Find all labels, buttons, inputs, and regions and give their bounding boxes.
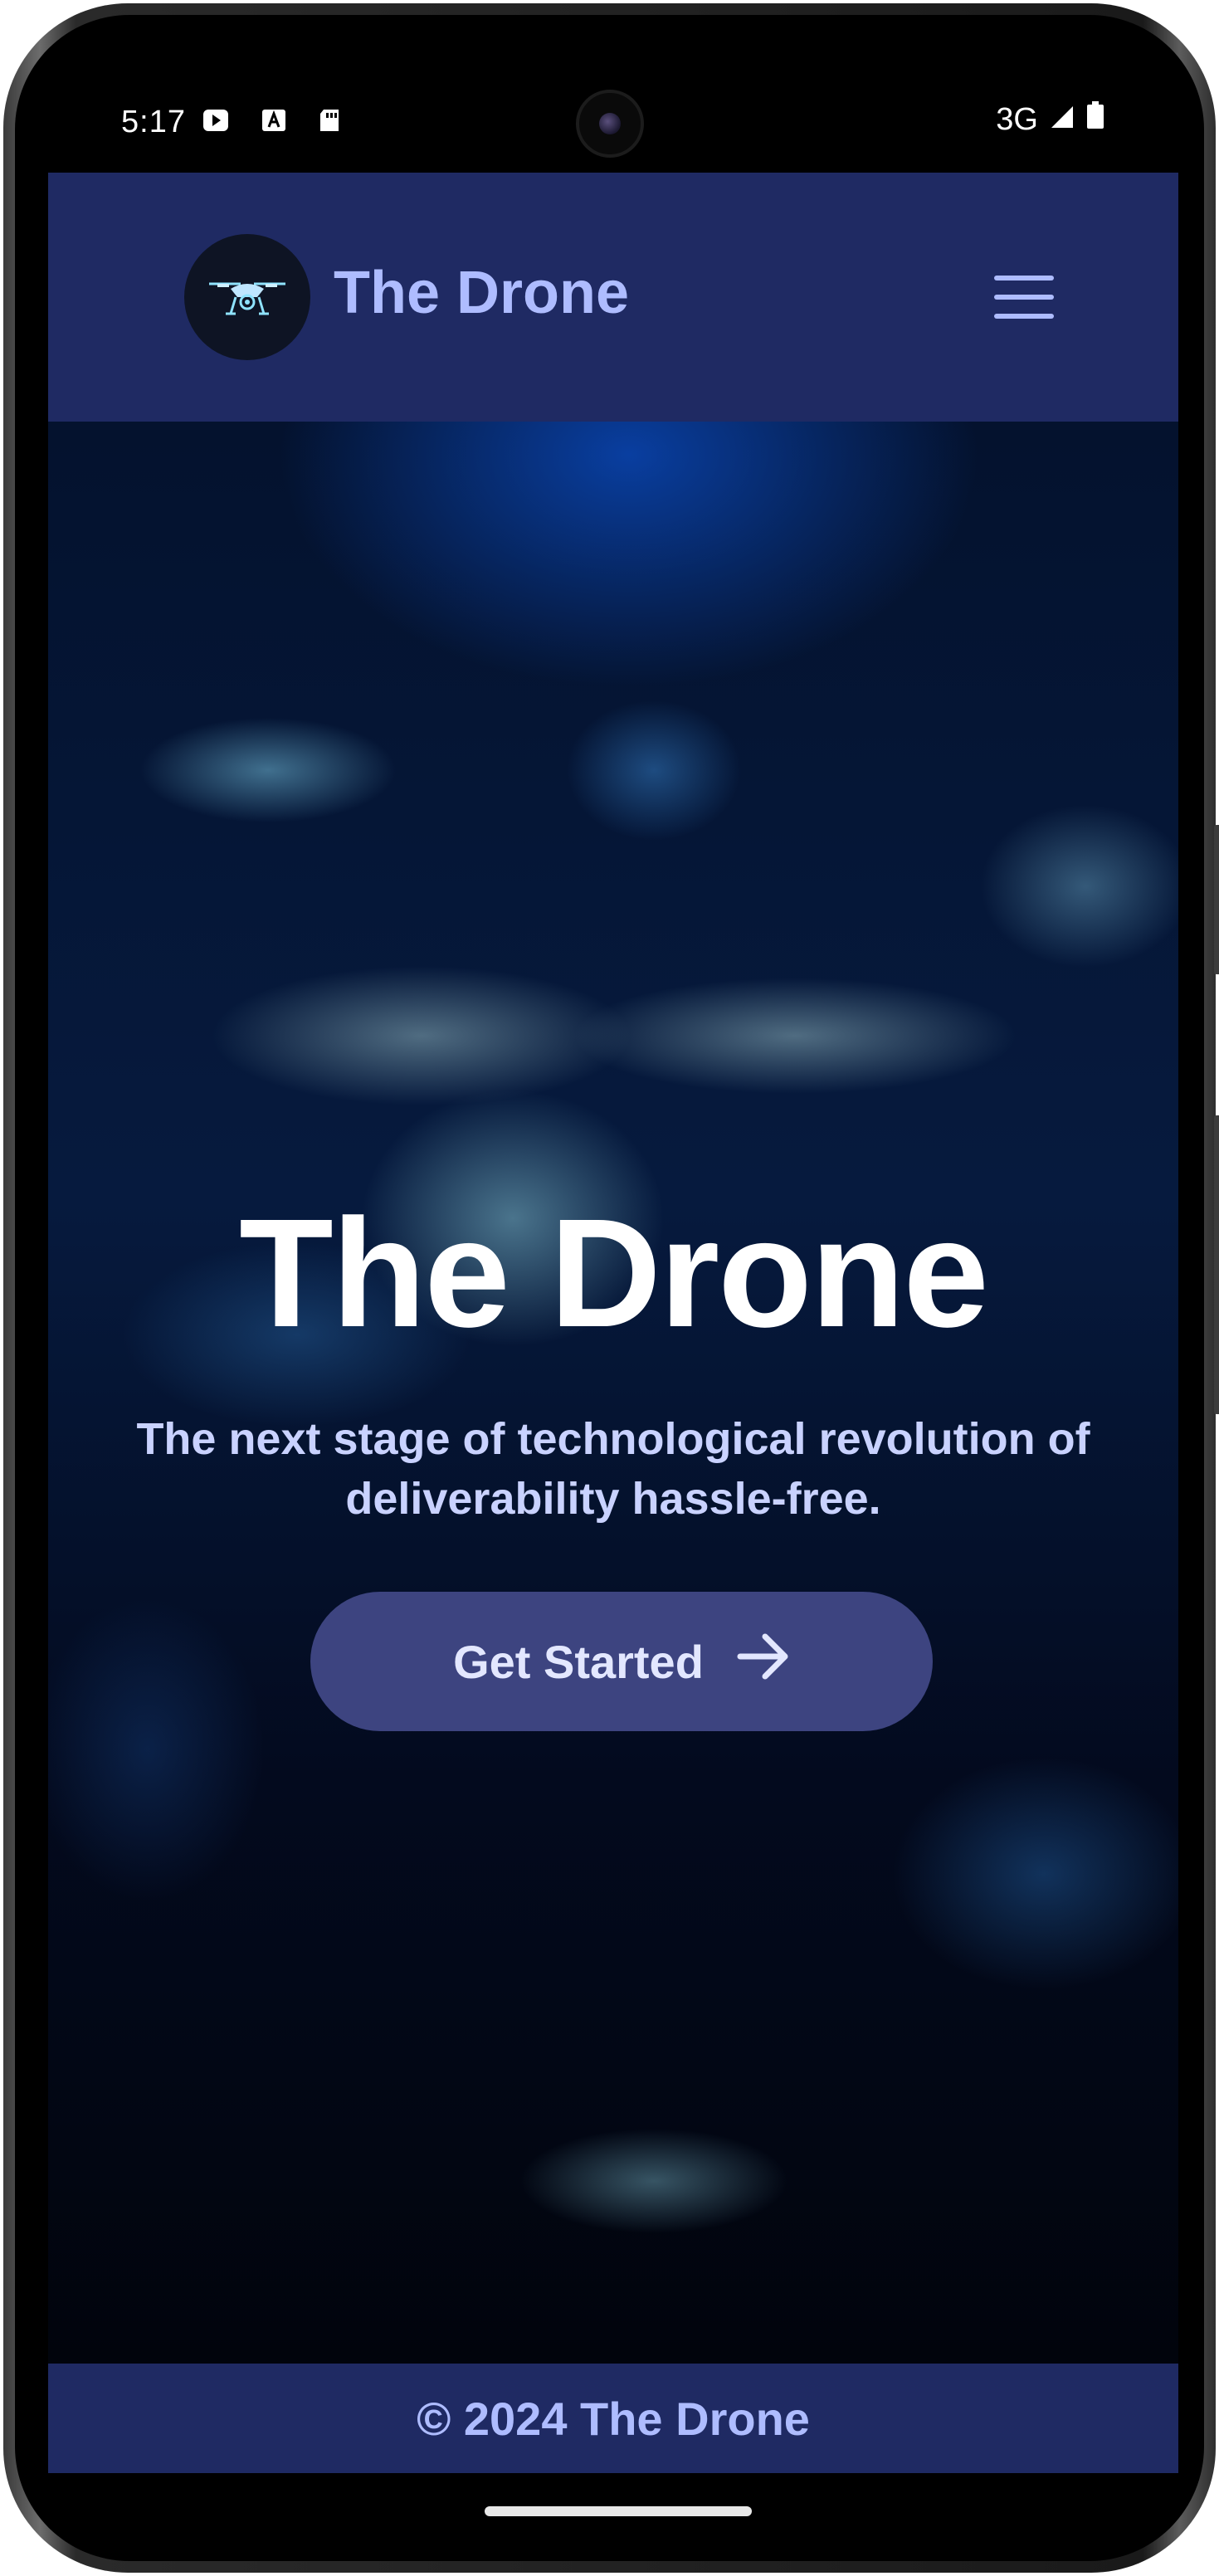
- hamburger-menu-icon[interactable]: [994, 276, 1054, 319]
- home-indicator[interactable]: [485, 2506, 752, 2516]
- network-type: 3G: [996, 101, 1038, 137]
- phone-frame: 5:17 3G The Drone The Drone The next sta…: [3, 3, 1219, 2573]
- footer: © 2024 The Drone: [48, 2364, 1178, 2473]
- sd-card-icon: [317, 106, 344, 133]
- drone-logo-icon[interactable]: [184, 234, 310, 360]
- battery-icon: [1086, 101, 1104, 138]
- brand-name[interactable]: The Drone: [334, 259, 629, 327]
- menu-line: [994, 295, 1054, 300]
- get-started-label: Get Started: [453, 1635, 704, 1688]
- hero-subtitle: The next stage of technological revoluti…: [136, 1414, 1090, 1524]
- hero-title: The Drone: [239, 1188, 989, 1359]
- a-notification-icon: [261, 106, 287, 133]
- signal-icon: [1050, 102, 1075, 138]
- navbar: The Drone: [48, 173, 1178, 422]
- phone-screen: 5:17 3G The Drone The Drone The next sta…: [15, 15, 1204, 2561]
- menu-line: [994, 276, 1054, 281]
- volume-button: [1214, 825, 1219, 974]
- web-app: The Drone The Drone The next stage of te…: [48, 173, 1178, 2473]
- get-started-button[interactable]: Get Started: [310, 1592, 933, 1731]
- status-time: 5:17: [121, 105, 186, 139]
- menu-line: [994, 314, 1054, 319]
- arrow-right-icon: [737, 1633, 790, 1690]
- play-store-notification-icon: [202, 106, 229, 133]
- footer-copyright: © 2024 The Drone: [417, 2392, 810, 2445]
- hero-section: The Drone The next stage of technologica…: [48, 422, 1178, 2364]
- status-right-group: 3G: [996, 101, 1104, 138]
- power-button: [1214, 1115, 1219, 1414]
- front-camera: [576, 90, 644, 158]
